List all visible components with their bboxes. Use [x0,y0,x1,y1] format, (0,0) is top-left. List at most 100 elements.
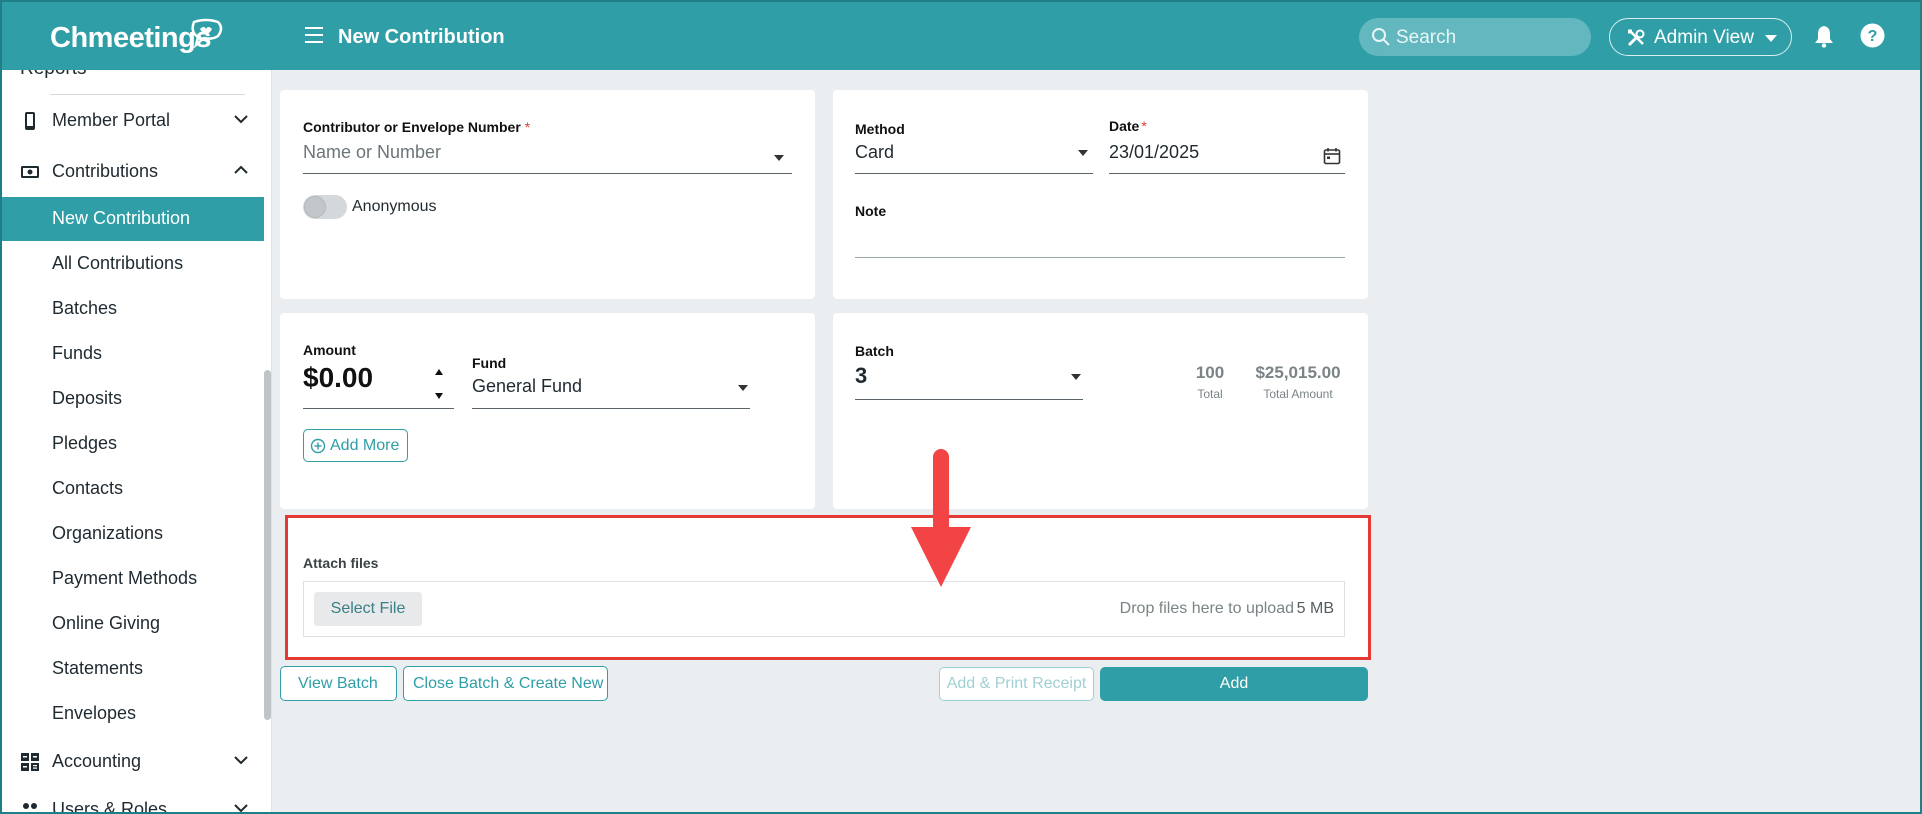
sidebar-item-label: All Contributions [52,253,184,273]
sidebar-item-accounting[interactable]: Accounting [2,739,264,783]
batch-total-amount-label: Total Amount [1263,387,1333,401]
caret-down-icon[interactable] [1071,374,1081,380]
batch-select[interactable]: 3 [855,363,867,389]
required-mark: * [1141,118,1147,134]
add-button[interactable]: Add [1100,667,1368,701]
required-mark: * [524,119,531,135]
note-input[interactable] [855,257,1345,258]
contributor-underline [303,173,792,174]
chevron-down-icon [234,804,248,813]
method-label: Method [855,121,905,137]
sidebar-item-pledges[interactable]: Pledges [2,422,264,466]
anonymous-toggle[interactable] [303,195,347,219]
close-batch-button[interactable]: Close Batch & Create New [403,666,608,701]
batch-total-amount: $25,015.00 [1255,363,1341,382]
sidebar-item-label: Member Portal [52,110,171,130]
anonymous-label: Anonymous [352,198,437,215]
details-card: Method Card Date * 23/01/2025 Note [833,90,1368,299]
arrow-down-icon [911,449,971,587]
contributor-label-text: Contributor or Envelope Number [303,119,521,135]
sidebar-scrollbar[interactable] [264,370,271,720]
sidebar-item-funds[interactable]: Funds [2,332,264,376]
sidebar-item-label: Users & Roles [52,799,168,814]
amount-card: Amount $0.00 Fund General Fund Add More [280,313,815,509]
method-select[interactable]: Card [855,142,894,163]
contributor-input[interactable]: Name or Number [303,142,441,163]
users-icon [21,803,39,814]
stepper-up-icon[interactable] [435,369,443,375]
add-print-receipt-button[interactable]: Add & Print Receipt [939,667,1094,701]
sidebar-item-label: Payment Methods [52,568,198,588]
sidebar-item-reports[interactable]: Reports [20,70,87,80]
logo-bubble-icon [191,18,223,48]
amount-input[interactable]: $0.00 [303,362,373,394]
svg-text:?: ? [1868,28,1878,45]
search-input[interactable]: Search [1359,18,1591,56]
app-logo[interactable]: Chmeetings [50,22,211,55]
sidebar-item-label: Funds [52,343,103,363]
sidebar-item-envelopes[interactable]: Envelopes [2,692,264,736]
amount-label: Amount [303,342,356,358]
tools-icon [1627,29,1645,47]
bell-icon[interactable] [1813,24,1835,48]
sidebar-item-label: Envelopes [52,703,137,723]
batch-label: Batch [855,343,894,359]
chevron-down-icon [234,115,248,124]
top-bar: Chmeetings New Contribution Search Admin… [0,0,1922,70]
contributor-card: Contributor or Envelope Number * Name or … [280,90,815,299]
plus-circle-icon [310,438,326,454]
sidebar-item-statements[interactable]: Statements [2,647,264,691]
fund-underline [472,408,750,409]
caret-down-icon[interactable] [1078,150,1088,156]
search-placeholder: Search [1396,27,1457,48]
sidebar-item-new-contribution[interactable]: New Contribution [2,197,264,241]
sidebar-item-label: Statements [52,658,144,678]
sidebar-item-all-contributions[interactable]: All Contributions [2,242,264,286]
sidebar-item-label: Batches [52,298,118,318]
sidebar-item-label: Organizations [52,523,164,543]
sidebar: Reports Member Portal Contributions New … [0,70,272,814]
divider [50,94,245,95]
date-input[interactable]: 23/01/2025 [1109,142,1199,163]
admin-view-dropdown[interactable]: Admin View [1609,18,1792,56]
batch-total-count-label: Total [1197,387,1223,401]
sidebar-item-label: Pledges [52,433,118,453]
view-batch-label: View Batch [298,674,378,692]
caret-down-icon[interactable] [738,385,748,391]
menu-toggle-icon[interactable] [305,27,323,43]
page-title: New Contribution [338,26,505,48]
sidebar-item-label: Contacts [52,478,124,498]
add-more-label: Add More [330,436,400,454]
sidebar-item-contributions[interactable]: Contributions [2,149,264,193]
sidebar-item-contacts[interactable]: Contacts [2,467,264,511]
sidebar-item-organizations[interactable]: Organizations [2,512,264,556]
amount-underline [303,408,454,409]
note-label: Note [855,203,887,219]
phone-icon [25,112,35,130]
add-more-button[interactable]: Add More [303,429,408,462]
batch-total-count: 100 [1195,363,1225,382]
highlight-box [285,515,1371,660]
sidebar-item-label: Contributions [52,161,159,181]
help-icon[interactable]: ? [1860,23,1885,48]
close-batch-label: Close Batch & Create New [413,674,604,692]
sidebar-item-deposits[interactable]: Deposits [2,377,264,421]
view-batch-button[interactable]: View Batch [280,666,397,701]
sidebar-item-batches[interactable]: Batches [2,287,264,331]
sidebar-item-label: Online Giving [52,613,161,633]
stepper-down-icon[interactable] [435,393,443,399]
sidebar-item-online-giving[interactable]: Online Giving [2,602,264,646]
chevron-down-icon [234,756,248,765]
method-underline [855,173,1093,174]
caret-down-icon[interactable] [774,155,784,161]
date-label-text: Date [1109,118,1140,134]
sidebar-item-payment-methods[interactable]: Payment Methods [2,557,264,601]
calendar-icon[interactable] [1323,147,1341,165]
cash-icon [21,166,39,178]
sidebar-item-users-roles[interactable]: Users & Roles [2,787,264,814]
fund-select[interactable]: General Fund [472,376,582,397]
calculator-icon [21,753,39,771]
date-label: Date * [1109,118,1147,134]
sidebar-item-member-portal[interactable]: Member Portal [2,98,264,142]
batch-underline [855,399,1083,400]
